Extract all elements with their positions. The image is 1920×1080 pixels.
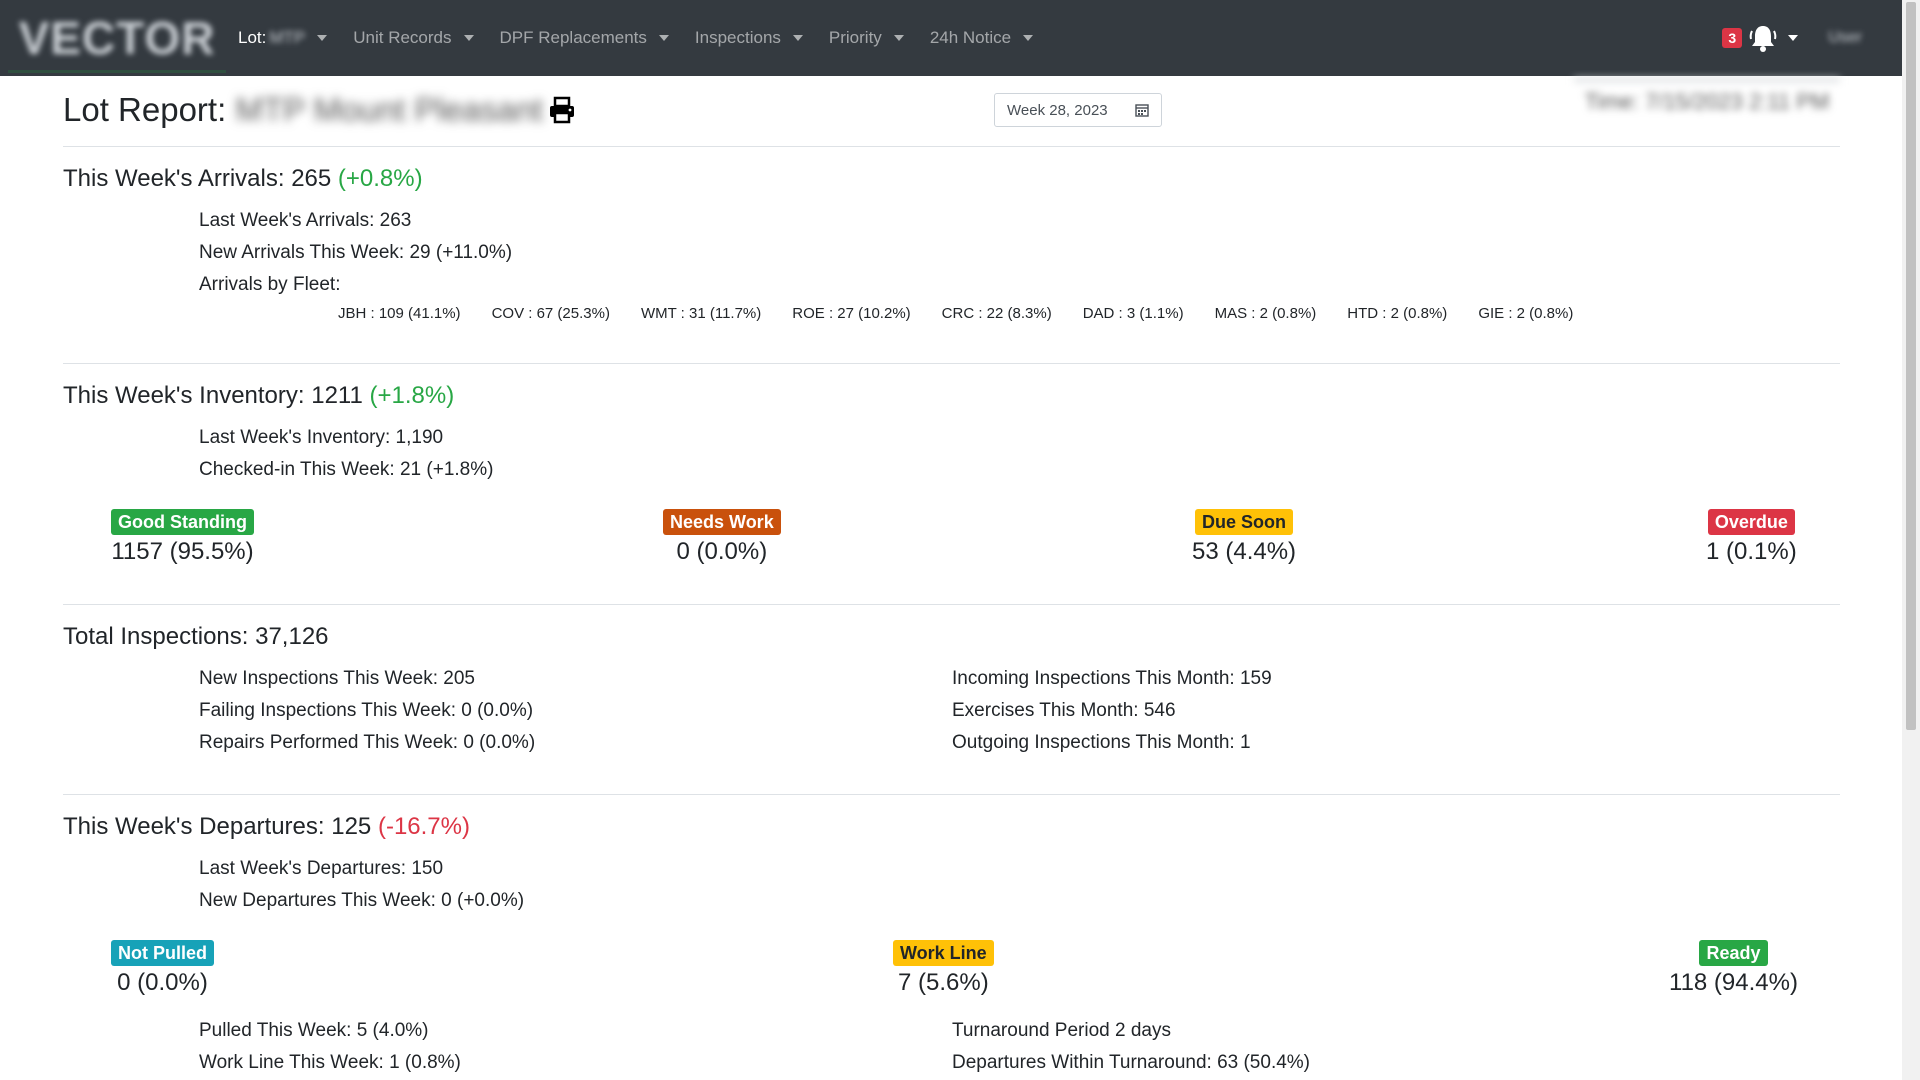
inventory-change: (+1.8%)	[369, 382, 455, 409]
turnaround-period: Turnaround Period 2 days	[952, 1020, 1171, 1041]
divider	[63, 604, 1840, 605]
lot-selector[interactable]: Lot: MTP	[238, 28, 328, 48]
good-standing-value: 1157 (95.5%)	[111, 538, 254, 565]
repairs-performed: Repairs Performed This Week: 0 (0.0%)	[199, 732, 536, 753]
current-time: Time: 7/15/2023 2:11 PM	[1574, 78, 1840, 122]
inspections-new: New Inspections This Week: 205	[199, 668, 475, 689]
work-line-this-week: Work Line This Week: 1 (0.8%)	[199, 1052, 461, 1073]
scrollbar[interactable]	[1902, 0, 1920, 1080]
print-icon[interactable]	[548, 96, 576, 129]
fleet-item: COV : 67 (25.3%)	[491, 305, 610, 322]
notification-chevron-down-icon[interactable]	[1788, 35, 1799, 41]
fleet-item: CRC : 22 (8.3%)	[941, 305, 1052, 322]
departures-change: (-16.7%)	[377, 813, 470, 840]
overdue-badge: Overdue	[1707, 509, 1795, 535]
bell-icon[interactable]	[1748, 23, 1778, 53]
lot-name: MTP Mount Pleasant	[235, 91, 543, 128]
due-soon-value: 53 (4.4%)	[1192, 538, 1297, 565]
fleet-item: HTD : 2 (0.8%)	[1347, 305, 1448, 322]
inventory-title: This Week's Inventory: 1211 (+1.8%)	[63, 382, 455, 409]
week-picker-input[interactable]: Week 28, 2023	[994, 93, 1162, 127]
inspections-title: Total Inspections: 37,126	[63, 623, 329, 650]
stat-needs-work: Needs Work 0 (0.0%)	[663, 509, 781, 566]
incoming-inspections: Incoming Inspections This Month: 159	[952, 668, 1272, 689]
pulled-this-week: Pulled This Week: 5 (4.0%)	[199, 1020, 429, 1041]
inspections-failing: Failing Inspections This Week: 0 (0.0%)	[199, 700, 534, 721]
departures-within-turnaround: Departures Within Turnaround: 63 (50.4%)	[952, 1052, 1311, 1073]
arrivals-last-week: Last Week's Arrivals: 263	[199, 210, 412, 231]
chevron-down-icon	[658, 35, 669, 41]
top-navbar: VECTOR Lot: MTP Unit Records DPF Replace…	[0, 0, 1902, 76]
fleet-item: DAD : 3 (1.1%)	[1082, 305, 1184, 322]
divider	[63, 146, 1840, 147]
stat-not-pulled: Not Pulled 0 (0.0%)	[111, 940, 214, 997]
menu-dpf-replacements[interactable]: DPF Replacements	[500, 28, 669, 48]
arrivals-title: This Week's Arrivals: 265 (+0.8%)	[63, 165, 423, 192]
chevron-down-icon	[317, 35, 328, 41]
work-line-value: 7 (5.6%)	[897, 969, 989, 996]
needs-work-badge: Needs Work	[663, 509, 781, 535]
departures-new: New Departures This Week: 0 (+0.0%)	[199, 890, 525, 911]
inventory-last-week: Last Week's Inventory: 1,190	[199, 427, 444, 448]
needs-work-value: 0 (0.0%)	[676, 538, 768, 565]
notification-count-badge: 3	[1722, 28, 1743, 48]
due-soon-badge: Due Soon	[1195, 509, 1294, 535]
fleet-item: GIE : 2 (0.8%)	[1478, 305, 1574, 322]
scrollbar-thumb[interactable]	[1906, 2, 1916, 730]
menu-inspections[interactable]: Inspections	[695, 28, 803, 48]
stat-good-standing: Good Standing 1157 (95.5%)	[111, 509, 254, 566]
chevron-down-icon	[893, 35, 904, 41]
page-title: Lot Report: MTP Mount Pleasant	[63, 91, 543, 128]
menu-unit-records[interactable]: Unit Records	[353, 28, 474, 48]
not-pulled-value: 0 (0.0%)	[117, 969, 208, 996]
menu-24h-notice[interactable]: 24h Notice	[930, 28, 1034, 48]
work-line-badge: Work Line	[893, 940, 994, 966]
divider	[63, 363, 1840, 364]
stat-due-soon: Due Soon 53 (4.4%)	[1192, 509, 1296, 566]
nav-menu: Lot: MTP Unit Records DPF Replacements I…	[238, 0, 1059, 76]
outgoing-inspections: Outgoing Inspections This Month: 1	[952, 732, 1251, 753]
inventory-checked-in: Checked-in This Week: 21 (+1.8%)	[199, 459, 494, 480]
divider	[63, 794, 1840, 795]
overdue-value: 1 (0.1%)	[1706, 538, 1797, 565]
departures-title: This Week's Departures: 125 (-16.7%)	[63, 813, 470, 840]
ready-value: 118 (94.4%)	[1669, 969, 1798, 996]
nav-right: 3 User	[1722, 0, 1862, 76]
brand-logo[interactable]: VECTOR	[8, 6, 226, 73]
fleet-item: MAS : 2 (0.8%)	[1214, 305, 1317, 322]
stat-overdue: Overdue 1 (0.1%)	[1706, 509, 1797, 566]
fleet-list: JBH : 109 (41.1%) COV : 67 (25.3%) WMT :…	[338, 305, 1604, 322]
arrivals-by-fleet-label: Arrivals by Fleet:	[199, 274, 341, 295]
chevron-down-icon	[463, 35, 474, 41]
stat-work-line: Work Line 7 (5.6%)	[893, 940, 994, 997]
fleet-item: ROE : 27 (10.2%)	[792, 305, 911, 322]
calendar-icon[interactable]	[1135, 103, 1149, 121]
not-pulled-badge: Not Pulled	[111, 940, 214, 966]
fleet-item: WMT : 31 (11.7%)	[640, 305, 762, 322]
departures-last-week: Last Week's Departures: 150	[199, 858, 444, 879]
chevron-down-icon	[1023, 35, 1034, 41]
arrivals-change: (+0.8%)	[337, 165, 423, 192]
arrivals-new: New Arrivals This Week: 29 (+11.0%)	[199, 242, 513, 263]
ready-badge: Ready	[1699, 940, 1768, 966]
chevron-down-icon	[792, 35, 803, 41]
menu-priority[interactable]: Priority	[829, 28, 904, 48]
exercises-month: Exercises This Month: 546	[952, 700, 1176, 721]
user-menu[interactable]: User	[1828, 29, 1862, 47]
good-standing-badge: Good Standing	[111, 509, 254, 535]
fleet-item: JBH : 109 (41.1%)	[338, 305, 461, 322]
stat-ready: Ready 118 (94.4%)	[1669, 940, 1798, 997]
